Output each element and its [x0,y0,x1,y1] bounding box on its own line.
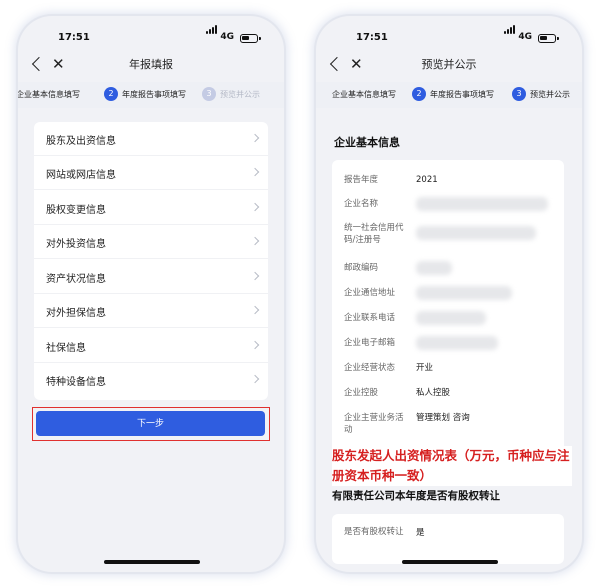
section-title: 企业基本信息 [334,136,400,149]
menu-item-external-investment[interactable]: 对外投资信息 [34,225,268,259]
field-label: 企业联系电话 [344,313,396,323]
report-items-list: 股东及出资信息 网站或网店信息 股权变更信息 对外投资信息 资产状况信息 对外担… [34,122,268,400]
field-value: 开业 [416,363,434,373]
step-3-number: 3 [202,87,216,101]
redacted-value [416,197,548,211]
menu-item-equity-change[interactable]: 股权变更信息 [34,191,268,225]
step-3-number: 3 [512,87,526,101]
phone-preview-publish: 17:51 4G ✕ 预览并公示 企业基本信息填写 2 年度报告事项填写 3 预… [316,16,582,572]
step-indicator: 企业基本信息填写 2 年度报告事项填写 3 预览并公示 [18,82,284,108]
field-label: 统一社会信用代码/注册号 [344,223,404,245]
annotation-text: 股东发起人出资情况表（万元，币种应与注册资本币种一致） [332,446,572,486]
chevron-right-icon [250,340,260,350]
field-label: 企业经营状态 [344,363,396,373]
menu-item-label: 股权变更信息 [46,205,106,216]
step-2-number: 2 [104,87,118,101]
field-label: 是否有股权转让 [344,527,404,537]
page-title: 年报填报 [129,58,173,71]
step-1-label: 企业基本信息填写 [332,90,396,99]
step-indicator: 企业基本信息填写 2 年度报告事项填写 3 预览并公示 [316,82,582,108]
menu-item-label: 特种设备信息 [46,377,106,388]
field-label: 企业电子邮箱 [344,338,396,348]
chevron-right-icon [250,271,260,281]
field-label: 企业控股 [344,388,379,398]
menu-item-website[interactable]: 网站或网店信息 [34,156,268,190]
redacted-value [416,311,486,325]
field-label: 企业名称 [344,199,379,209]
chevron-right-icon [250,236,260,246]
redacted-value [416,226,536,240]
status-time: 17:51 [58,32,90,43]
menu-item-label: 网站或网店信息 [46,170,116,181]
menu-item-special-equipment[interactable]: 特种设备信息 [34,363,268,397]
step-3-label: 预览并公示 [220,90,260,99]
menu-item-label: 对外投资信息 [46,239,106,250]
menu-item-social-insurance[interactable]: 社保信息 [34,329,268,363]
highlight-frame: 下一步 [32,407,270,441]
field-label: 报告年度 [344,175,379,185]
menu-item-assets[interactable]: 资产状况信息 [34,260,268,294]
menu-item-label: 资产状况信息 [46,274,106,285]
menu-item-label: 股东及出资信息 [46,136,116,147]
status-bar: 17:51 4G [316,16,582,50]
home-indicator [104,560,200,564]
field-label: 企业通信地址 [344,288,396,298]
menu-item-label: 对外担保信息 [46,308,106,319]
network-type: 4G [518,32,532,42]
menu-item-label: 社保信息 [46,343,86,354]
status-bar: 17:51 4G [18,16,284,50]
step-2-number: 2 [412,87,426,101]
nav-bar: ✕ 预览并公示 [316,50,582,82]
field-label: 邮政编码 [344,263,379,273]
chevron-right-icon [250,202,260,212]
home-indicator [402,560,498,564]
menu-item-external-guarantee[interactable]: 对外担保信息 [34,294,268,328]
chevron-right-icon [250,305,260,315]
step-2-label: 年度报告事项填写 [122,90,186,99]
battery-icon [538,34,559,43]
chevron-right-icon [250,133,260,143]
field-label: 企业主营业务活动 [344,413,404,435]
next-step-button[interactable]: 下一步 [36,411,265,436]
network-type: 4G [220,32,234,42]
page-title: 预览并公示 [421,58,477,71]
field-value: 私人控股 [416,388,451,398]
battery-icon [240,34,261,43]
equity-transfer-card: 是否有股权转让 是 [332,514,564,564]
phone-annual-report-form: 17:51 4G ✕ 年报填报 企业基本信息填写 2 年度报告事项填写 3 预览… [18,16,284,572]
field-value: 管理策划 咨询 [416,413,470,423]
redacted-value [416,261,452,275]
chevron-right-icon [250,374,260,384]
step-2-label: 年度报告事项填写 [430,90,494,99]
field-value: 是 [416,528,425,538]
status-time: 17:51 [356,32,388,43]
subsection-title: 有限责任公司本年度是否有股权转让 [332,490,500,502]
basic-info-card: 报告年度 2021 企业名称 统一社会信用代码/注册号 邮政编码 企业通信地址 … [332,160,564,460]
field-value: 2021 [416,175,438,185]
redacted-value [416,286,512,300]
redacted-value [416,336,498,350]
nav-bar: ✕ 年报填报 [18,50,284,82]
chevron-right-icon [250,167,260,177]
menu-item-shareholder-contribution[interactable]: 股东及出资信息 [34,122,268,156]
step-3-label: 预览并公示 [530,90,570,99]
step-1-label: 企业基本信息填写 [18,90,80,99]
